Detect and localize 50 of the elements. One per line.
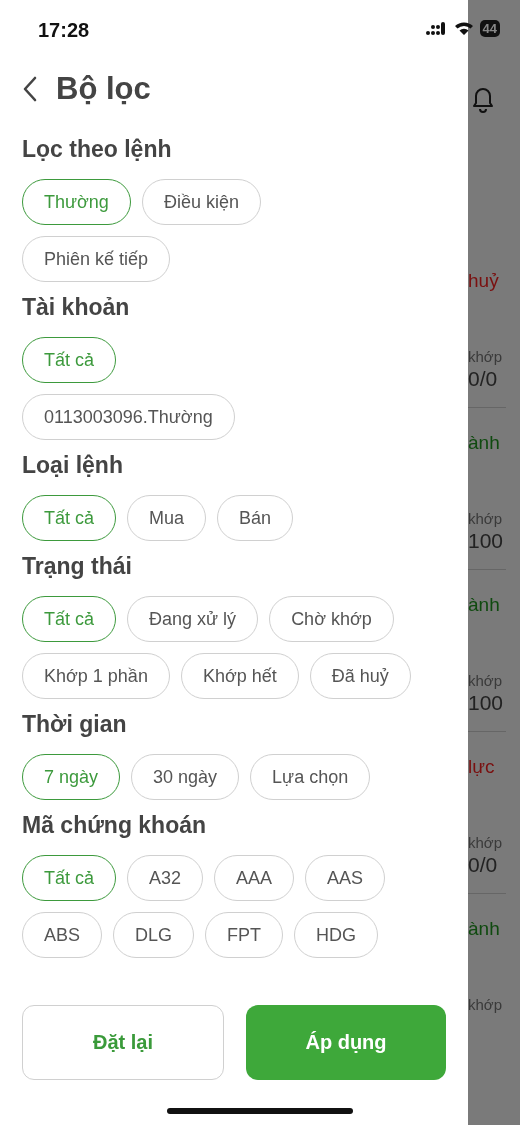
section-title: Thời gian bbox=[22, 710, 128, 738]
section-title: Mã chứng khoán bbox=[22, 811, 208, 839]
signal-icon bbox=[425, 21, 448, 36]
order-value: 100 bbox=[468, 691, 505, 715]
filter-chip[interactable]: Điều kiện bbox=[141, 179, 261, 225]
order-status: ành bbox=[468, 432, 501, 454]
page-title: Bộ lọc bbox=[56, 71, 151, 107]
reset-button[interactable]: Đặt lại bbox=[22, 1005, 224, 1080]
order-label: khớp bbox=[468, 996, 504, 1013]
filter-chip[interactable]: AAA bbox=[214, 855, 295, 901]
filter-chip[interactable]: Khớp 1 phần bbox=[22, 653, 170, 699]
section-title: Trạng thái bbox=[22, 552, 133, 580]
section-title: Tài khoản bbox=[22, 293, 131, 321]
filter-chip[interactable]: HDG bbox=[294, 912, 379, 958]
filter-chip[interactable]: 30 ngày bbox=[131, 754, 240, 800]
filter-chip[interactable]: DLG bbox=[113, 912, 195, 958]
wifi-icon bbox=[453, 21, 474, 36]
filter-chip[interactable]: Phiên kế tiếp bbox=[22, 236, 171, 282]
order-value: 0/0 bbox=[468, 367, 499, 391]
section-title: Loại lệnh bbox=[22, 451, 124, 479]
filter-chip[interactable]: Thường bbox=[22, 179, 131, 225]
filter-chip[interactable]: Khớp hết bbox=[180, 653, 299, 699]
status-time: 17:28 bbox=[38, 18, 90, 42]
filter-chip[interactable]: AAS bbox=[305, 855, 386, 901]
filter-chip[interactable]: Đang xử lý bbox=[127, 596, 259, 642]
filter-chip[interactable]: 7 ngày bbox=[22, 754, 121, 800]
filter-chip[interactable]: A32 bbox=[127, 855, 204, 901]
order-status: ành bbox=[468, 918, 501, 940]
order-label: khớp bbox=[468, 834, 504, 851]
order-label: khớp bbox=[468, 672, 504, 689]
filter-chip[interactable]: ABS bbox=[22, 912, 103, 958]
filter-chip[interactable]: FPT bbox=[205, 912, 284, 958]
filter-chip[interactable]: Chờ khớp bbox=[269, 596, 394, 642]
filter-chip[interactable]: Mua bbox=[127, 495, 207, 541]
order-status: huỷ bbox=[468, 270, 500, 292]
order-status: lực bbox=[468, 756, 496, 778]
order-value: 100 bbox=[468, 529, 505, 553]
order-label: khớp bbox=[468, 348, 504, 365]
filter-chip[interactable]: Bán bbox=[217, 495, 294, 541]
filter-chip[interactable]: 0113003096.Thường bbox=[22, 394, 235, 440]
order-label: khớp bbox=[468, 510, 504, 527]
filter-chip[interactable]: Đã huỷ bbox=[309, 653, 411, 699]
filter-chip[interactable]: Tất cả bbox=[22, 855, 117, 901]
filter-chip[interactable]: Tất cả bbox=[22, 337, 117, 383]
filter-chip[interactable]: Tất cả bbox=[22, 495, 117, 541]
order-value: 0/0 bbox=[468, 853, 499, 877]
order-status: ành bbox=[468, 594, 501, 616]
filter-chip[interactable]: Tất cả bbox=[22, 596, 117, 642]
section-title: Lọc theo lệnh bbox=[22, 135, 173, 163]
filter-chip[interactable]: Lựa chọn bbox=[250, 754, 371, 800]
